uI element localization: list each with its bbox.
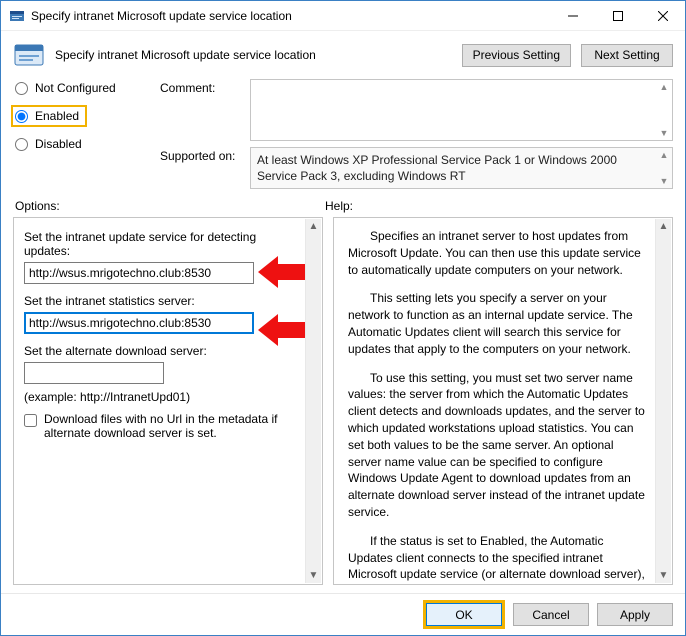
help-scrollbar[interactable]: ▲▼ bbox=[655, 219, 671, 583]
example-text: (example: http://IntranetUpd01) bbox=[24, 390, 300, 404]
cancel-button[interactable]: Cancel bbox=[513, 603, 589, 626]
options-panel: Set the intranet update service for dete… bbox=[13, 217, 323, 585]
radio-enabled-label: Enabled bbox=[35, 109, 79, 123]
maximize-button[interactable] bbox=[595, 1, 640, 31]
options-label: Options: bbox=[15, 199, 325, 213]
ok-button[interactable]: OK bbox=[426, 603, 502, 626]
apply-button[interactable]: Apply bbox=[597, 603, 673, 626]
supported-value: At least Windows XP Professional Service… bbox=[251, 148, 672, 188]
comment-input[interactable]: ▲▼ bbox=[250, 79, 673, 141]
help-p2: This setting lets you specify a server o… bbox=[348, 290, 648, 357]
update-service-label: Set the intranet update service for dete… bbox=[24, 230, 300, 258]
header: Specify intranet Microsoft update servic… bbox=[1, 31, 685, 79]
help-label: Help: bbox=[325, 199, 353, 213]
alt-server-input[interactable] bbox=[24, 362, 164, 384]
comment-scrollbar[interactable]: ▲▼ bbox=[658, 82, 670, 138]
options-scrollbar[interactable]: ▲▼ bbox=[305, 219, 321, 583]
radio-enabled[interactable]: Enabled bbox=[15, 109, 79, 123]
next-setting-button[interactable]: Next Setting bbox=[581, 44, 673, 67]
radio-disabled-input[interactable] bbox=[15, 138, 28, 151]
stats-server-label: Set the intranet statistics server: bbox=[24, 294, 300, 308]
radio-not-configured-label: Not Configured bbox=[35, 81, 116, 95]
supported-scrollbar[interactable]: ▲▼ bbox=[658, 150, 670, 186]
policy-icon bbox=[13, 39, 45, 71]
download-no-url-checkbox[interactable]: Download files with no Url in the metada… bbox=[24, 412, 300, 440]
ok-highlight: OK bbox=[423, 600, 505, 629]
comment-value bbox=[251, 80, 672, 88]
update-service-input[interactable] bbox=[24, 262, 254, 284]
comment-label: Comment: bbox=[160, 79, 240, 95]
radio-not-configured[interactable]: Not Configured bbox=[15, 81, 130, 95]
download-no-url-checkbox-label: Download files with no Url in the metada… bbox=[44, 412, 300, 440]
download-no-url-checkbox-input[interactable] bbox=[24, 414, 37, 427]
enabled-highlight: Enabled bbox=[11, 105, 87, 127]
minimize-button[interactable] bbox=[550, 1, 595, 31]
window-title: Specify intranet Microsoft update servic… bbox=[31, 9, 550, 23]
radio-enabled-input[interactable] bbox=[15, 110, 28, 123]
titlebar: Specify intranet Microsoft update servic… bbox=[1, 1, 685, 31]
help-panel: Specifies an intranet server to host upd… bbox=[333, 217, 673, 585]
status-radios: Not Configured Enabled Disabled bbox=[15, 79, 130, 189]
supported-box: At least Windows XP Professional Service… bbox=[250, 147, 673, 189]
stats-server-input[interactable] bbox=[24, 312, 254, 334]
alt-server-label: Set the alternate download server: bbox=[24, 344, 300, 358]
close-button[interactable] bbox=[640, 1, 685, 31]
supported-label: Supported on: bbox=[160, 147, 240, 163]
help-p1: Specifies an intranet server to host upd… bbox=[348, 228, 648, 278]
radio-not-configured-input[interactable] bbox=[15, 82, 28, 95]
radio-disabled-label: Disabled bbox=[35, 137, 82, 151]
window-icon bbox=[9, 8, 25, 24]
config-area: Not Configured Enabled Disabled Comment:… bbox=[1, 79, 685, 189]
radio-disabled[interactable]: Disabled bbox=[15, 137, 130, 151]
help-p4: If the status is set to Enabled, the Aut… bbox=[348, 533, 648, 585]
previous-setting-button[interactable]: Previous Setting bbox=[462, 44, 571, 67]
policy-title: Specify intranet Microsoft update servic… bbox=[55, 48, 452, 62]
footer: OK Cancel Apply bbox=[1, 593, 685, 635]
help-p3: To use this setting, you must set two se… bbox=[348, 370, 648, 521]
